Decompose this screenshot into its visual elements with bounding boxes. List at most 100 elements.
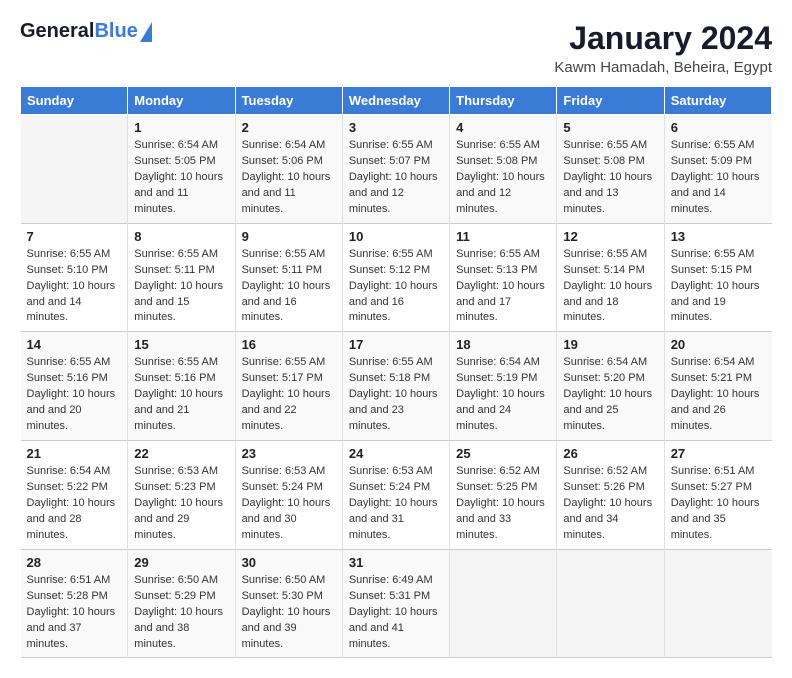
calendar-cell: 17Sunrise: 6:55 AMSunset: 5:18 PMDayligh… (342, 332, 449, 441)
header-sunday: Sunday (21, 87, 128, 115)
sunrise-text: Sunrise: 6:55 AM (27, 247, 122, 263)
day-number: 11 (456, 229, 550, 244)
daylight-text: Daylight: 10 hours (349, 387, 443, 403)
calendar-cell: 18Sunrise: 6:54 AMSunset: 5:19 PMDayligh… (450, 332, 557, 441)
calendar-cell: 16Sunrise: 6:55 AMSunset: 5:17 PMDayligh… (235, 332, 342, 441)
daylight-minutes-text: and and 12 minutes. (456, 186, 550, 218)
daylight-text: Daylight: 10 hours (563, 170, 657, 186)
calendar-week-row: 1Sunrise: 6:54 AMSunset: 5:05 PMDaylight… (21, 115, 772, 224)
day-number: 2 (242, 120, 336, 135)
calendar-week-row: 21Sunrise: 6:54 AMSunset: 5:22 PMDayligh… (21, 441, 772, 550)
daylight-text: Daylight: 10 hours (134, 605, 228, 621)
calendar-body: 1Sunrise: 6:54 AMSunset: 5:05 PMDaylight… (21, 115, 772, 658)
daylight-minutes-text: and and 11 minutes. (134, 186, 228, 218)
daylight-text: Daylight: 10 hours (349, 496, 443, 512)
page-header: GeneralBlue January 2024 Kawm Hamadah, B… (20, 20, 772, 76)
calendar-cell: 6Sunrise: 6:55 AMSunset: 5:09 PMDaylight… (664, 115, 771, 224)
calendar-week-row: 7Sunrise: 6:55 AMSunset: 5:10 PMDaylight… (21, 223, 772, 332)
sunrise-text: Sunrise: 6:55 AM (456, 138, 550, 154)
daylight-text: Daylight: 10 hours (27, 279, 122, 295)
logo-triangle-icon (140, 22, 152, 42)
daylight-text: Daylight: 10 hours (349, 170, 443, 186)
calendar-cell (557, 549, 664, 658)
day-number: 29 (134, 555, 228, 570)
daylight-minutes-text: and and 17 minutes. (456, 295, 550, 327)
day-number: 27 (671, 446, 766, 461)
sunrise-text: Sunrise: 6:55 AM (27, 355, 122, 371)
sunrise-text: Sunrise: 6:49 AM (349, 573, 443, 589)
daylight-text: Daylight: 10 hours (671, 496, 766, 512)
daylight-minutes-text: and and 33 minutes. (456, 512, 550, 544)
sunrise-text: Sunrise: 6:55 AM (563, 138, 657, 154)
day-number: 7 (27, 229, 122, 244)
daylight-minutes-text: and and 13 minutes. (563, 186, 657, 218)
day-number: 25 (456, 446, 550, 461)
sunrise-text: Sunrise: 6:55 AM (134, 247, 228, 263)
day-number: 18 (456, 337, 550, 352)
day-number: 28 (27, 555, 122, 570)
daylight-text: Daylight: 10 hours (563, 387, 657, 403)
daylight-text: Daylight: 10 hours (349, 279, 443, 295)
day-number: 9 (242, 229, 336, 244)
daylight-text: Daylight: 10 hours (242, 387, 336, 403)
daylight-minutes-text: and and 34 minutes. (563, 512, 657, 544)
sunrise-text: Sunrise: 6:54 AM (134, 138, 228, 154)
calendar-week-row: 14Sunrise: 6:55 AMSunset: 5:16 PMDayligh… (21, 332, 772, 441)
sunrise-text: Sunrise: 6:54 AM (671, 355, 766, 371)
daylight-minutes-text: and and 26 minutes. (671, 403, 766, 435)
daylight-text: Daylight: 10 hours (349, 605, 443, 621)
daylight-minutes-text: and and 31 minutes. (349, 512, 443, 544)
sunset-text: Sunset: 5:08 PM (563, 154, 657, 170)
sunrise-text: Sunrise: 6:51 AM (671, 464, 766, 480)
calendar-cell: 11Sunrise: 6:55 AMSunset: 5:13 PMDayligh… (450, 223, 557, 332)
sunset-text: Sunset: 5:12 PM (349, 263, 443, 279)
sunset-text: Sunset: 5:21 PM (671, 371, 766, 387)
calendar-cell: 2Sunrise: 6:54 AMSunset: 5:06 PMDaylight… (235, 115, 342, 224)
day-number: 10 (349, 229, 443, 244)
calendar-cell: 20Sunrise: 6:54 AMSunset: 5:21 PMDayligh… (664, 332, 771, 441)
sunrise-text: Sunrise: 6:55 AM (349, 138, 443, 154)
calendar-cell: 23Sunrise: 6:53 AMSunset: 5:24 PMDayligh… (235, 441, 342, 550)
sunset-text: Sunset: 5:26 PM (563, 480, 657, 496)
daylight-text: Daylight: 10 hours (242, 170, 336, 186)
calendar-cell: 8Sunrise: 6:55 AMSunset: 5:11 PMDaylight… (128, 223, 235, 332)
header-tuesday: Tuesday (235, 87, 342, 115)
daylight-text: Daylight: 10 hours (134, 279, 228, 295)
sunrise-text: Sunrise: 6:52 AM (456, 464, 550, 480)
calendar-cell: 9Sunrise: 6:55 AMSunset: 5:11 PMDaylight… (235, 223, 342, 332)
sunrise-text: Sunrise: 6:55 AM (242, 247, 336, 263)
day-number: 22 (134, 446, 228, 461)
daylight-minutes-text: and and 23 minutes. (349, 403, 443, 435)
daylight-text: Daylight: 10 hours (671, 170, 766, 186)
daylight-text: Daylight: 10 hours (242, 279, 336, 295)
sunrise-text: Sunrise: 6:55 AM (456, 247, 550, 263)
sunset-text: Sunset: 5:13 PM (456, 263, 550, 279)
header-row: SundayMondayTuesdayWednesdayThursdayFrid… (21, 87, 772, 115)
sunrise-text: Sunrise: 6:55 AM (134, 355, 228, 371)
daylight-minutes-text: and and 24 minutes. (456, 403, 550, 435)
month-title: January 2024 (554, 20, 772, 57)
day-number: 12 (563, 229, 657, 244)
sunrise-text: Sunrise: 6:55 AM (671, 138, 766, 154)
sunrise-text: Sunrise: 6:55 AM (349, 247, 443, 263)
sunset-text: Sunset: 5:08 PM (456, 154, 550, 170)
calendar-table: SundayMondayTuesdayWednesdayThursdayFrid… (20, 86, 772, 658)
daylight-minutes-text: and and 38 minutes. (134, 621, 228, 653)
sunrise-text: Sunrise: 6:53 AM (242, 464, 336, 480)
calendar-cell: 14Sunrise: 6:55 AMSunset: 5:16 PMDayligh… (21, 332, 128, 441)
sunset-text: Sunset: 5:23 PM (134, 480, 228, 496)
sunrise-text: Sunrise: 6:54 AM (27, 464, 122, 480)
calendar-cell: 5 Sunrise: 6:55 AMSunset: 5:08 PMDaylight… (557, 115, 664, 224)
day-number: 1 (134, 120, 228, 135)
calendar-cell: 26Sunrise: 6:52 AMSunset: 5:26 PMDayligh… (557, 441, 664, 550)
header-saturday: Saturday (664, 87, 771, 115)
location-subtitle: Kawm Hamadah, Beheira, Egypt (554, 59, 772, 76)
daylight-minutes-text: and and 14 minutes. (671, 186, 766, 218)
sunrise-text: Sunrise: 6:54 AM (456, 355, 550, 371)
daylight-minutes-text: and and 16 minutes. (349, 295, 443, 327)
daylight-minutes-text: and and 35 minutes. (671, 512, 766, 544)
header-friday: Friday (557, 87, 664, 115)
day-number: 5 (563, 120, 657, 135)
daylight-text: Daylight: 10 hours (563, 279, 657, 295)
daylight-text: Daylight: 10 hours (134, 170, 228, 186)
